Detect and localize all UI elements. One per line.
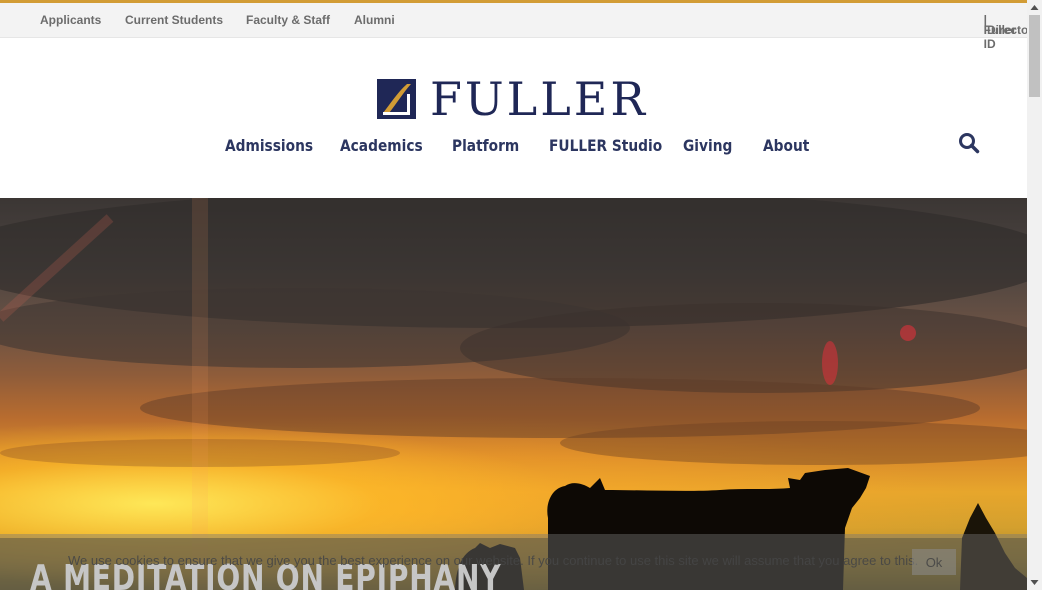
- scroll-down-arrow-icon[interactable]: [1027, 575, 1042, 590]
- browser-viewport: Applicants Current Students Faculty & St…: [0, 0, 1027, 590]
- scroll-up-arrow-icon[interactable]: [1027, 0, 1042, 15]
- search-icon: [959, 133, 980, 154]
- utility-link-current-students[interactable]: Current Students: [125, 13, 223, 27]
- cookie-ok-button[interactable]: Ok: [912, 549, 956, 575]
- directory-link[interactable]: Directory: [987, 23, 1027, 37]
- nav-about[interactable]: About: [763, 136, 809, 155]
- cookie-notice-text: We use cookies to ensure that we give yo…: [68, 553, 919, 568]
- utility-link-alumni[interactable]: Alumni: [354, 13, 395, 27]
- nav-platform[interactable]: Platform: [452, 136, 519, 155]
- nav-giving[interactable]: Giving: [683, 136, 732, 155]
- utility-link-applicants[interactable]: Applicants: [40, 13, 101, 27]
- scrollbar-thumb[interactable]: [1029, 15, 1040, 97]
- fuller-logo[interactable]: FULLER: [377, 72, 648, 126]
- hero-sunset-image: [0, 198, 1027, 590]
- fuller-wordmark: FULLER: [430, 72, 648, 126]
- search-button[interactable]: [958, 132, 980, 154]
- hero-banner[interactable]: A MEDITATION ON EPIPHANY: [0, 198, 1027, 590]
- nav-fuller-studio[interactable]: FULLER Studio: [549, 136, 662, 155]
- utility-bar: Applicants Current Students Faculty & St…: [0, 3, 1027, 51]
- nav-admissions[interactable]: Admissions: [225, 136, 313, 155]
- vertical-scrollbar[interactable]: [1027, 0, 1042, 590]
- utility-link-faculty-staff[interactable]: Faculty & Staff: [246, 13, 330, 27]
- fuller-logo-mark-icon: [377, 79, 416, 119]
- cookie-notice: We use cookies to ensure that we give yo…: [0, 534, 1027, 590]
- utility-right-links: Fuller ID | Directory: [984, 13, 1027, 51]
- nav-academics[interactable]: Academics: [340, 136, 423, 155]
- main-nav: Admissions Academics Platform FULLER Stu…: [0, 136, 1027, 160]
